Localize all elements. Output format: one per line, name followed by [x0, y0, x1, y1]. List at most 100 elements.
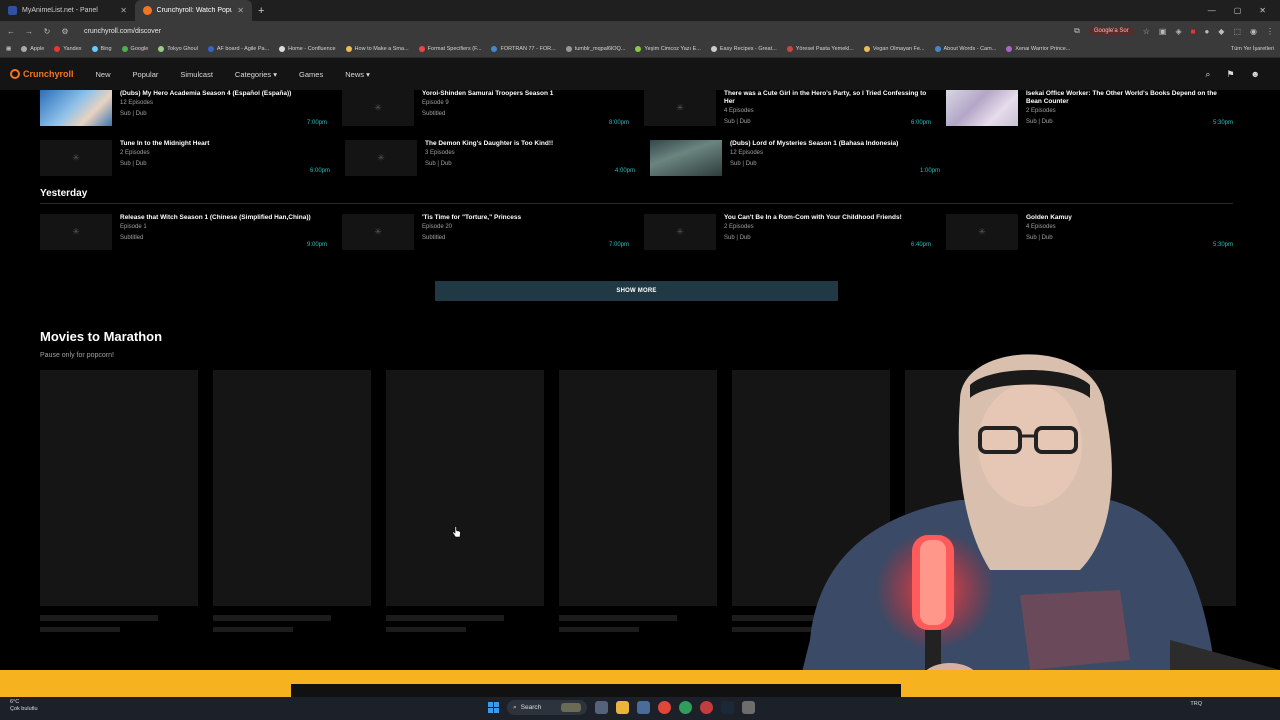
- app-icon[interactable]: [700, 701, 713, 714]
- nav-simulcast[interactable]: Simulcast: [180, 70, 213, 79]
- movie-card-placeholder[interactable]: [40, 370, 198, 632]
- windows-start-icon[interactable]: [488, 702, 499, 713]
- release-card[interactable]: (Dubs) Lord of Mysteries Season 1 (Bahas…: [650, 140, 940, 176]
- release-card[interactable]: ✳ 'Tis Time for "Torture," Princess Episod…: [342, 214, 629, 250]
- release-card[interactable]: ✳ Release that Witch Season 1 (Chinese (S…: [40, 214, 327, 250]
- release-card[interactable]: (Dubs) My Hero Academia Season 4 (Españo…: [40, 90, 327, 128]
- app-icon[interactable]: [742, 701, 755, 714]
- chrome-icon[interactable]: [658, 701, 671, 714]
- release-thumbnail[interactable]: ✳: [40, 214, 112, 250]
- movie-card-placeholder[interactable]: [386, 370, 544, 632]
- bookmark-star-icon[interactable]: ☆: [1143, 27, 1150, 36]
- bookmark-item[interactable]: About Words - Cam...: [934, 46, 996, 52]
- release-title[interactable]: Yoroi-Shinden Samurai Troopers Season 1: [422, 90, 629, 98]
- close-icon[interactable]: ✕: [237, 6, 244, 15]
- release-thumbnail[interactable]: ✳: [644, 214, 716, 250]
- extension-icon[interactable]: ●: [1204, 27, 1209, 36]
- url-field[interactable]: crunchyroll.com/discover: [84, 28, 161, 35]
- movie-card-placeholder[interactable]: [213, 370, 371, 632]
- extension-icon[interactable]: ▣: [1159, 27, 1167, 36]
- bookmark-item[interactable]: How to Make a Sma...: [345, 46, 409, 52]
- release-title[interactable]: Isekai Office Worker: The Other World's …: [1026, 90, 1233, 106]
- release-thumbnail[interactable]: [650, 140, 722, 176]
- taskbar-search[interactable]: ⌕ Search: [507, 700, 587, 715]
- watchlist-bookmark-icon[interactable]: ⚑: [1226, 69, 1234, 80]
- bookmark-item[interactable]: Yöresel Pasta Yemekl...: [786, 46, 854, 52]
- task-view-icon[interactable]: [595, 701, 608, 714]
- release-title[interactable]: The Demon King's Daughter is Too Kind!!: [425, 140, 635, 148]
- weather-widget[interactable]: 6°C Çok bulutlu: [10, 699, 38, 713]
- extension-icon[interactable]: ◈: [1175, 27, 1181, 36]
- release-title[interactable]: (Dubs) Lord of Mysteries Season 1 (Bahas…: [730, 140, 940, 148]
- google-search-chip[interactable]: Google'a Sor: [1088, 27, 1134, 35]
- bookmark-item[interactable]: AF board - Agile Pa...: [207, 46, 269, 52]
- menu-dots-icon[interactable]: ⋮: [1266, 27, 1274, 36]
- bookmark-item[interactable]: Easy Recipes - Great...: [710, 46, 777, 52]
- release-card[interactable]: ✳ The Demon King's Daughter is Too Kind!!…: [345, 140, 635, 176]
- file-explorer-icon[interactable]: [616, 701, 629, 714]
- profile-avatar[interactable]: ◉: [1250, 27, 1257, 36]
- movie-card-placeholder[interactable]: [559, 370, 717, 632]
- release-card[interactable]: ✳ Golden Kamuy 4 Episodes Sub | Dub 5:30pm: [946, 214, 1233, 250]
- app-icon[interactable]: [637, 701, 650, 714]
- bookmark-item[interactable]: Vegan Olmayan Fe...: [863, 46, 925, 52]
- bookmark-item[interactable]: tumblr_mqpal6lOQ...: [565, 46, 625, 52]
- release-title[interactable]: Release that Witch Season 1 (Chinese (Si…: [120, 214, 327, 222]
- release-title[interactable]: Tune In to the Midnight Heart: [120, 140, 330, 148]
- steam-icon[interactable]: [721, 701, 734, 714]
- release-thumbnail[interactable]: ✳: [946, 214, 1018, 250]
- show-more-button[interactable]: SHOW MORE: [435, 281, 838, 301]
- nav-games[interactable]: Games: [299, 70, 323, 79]
- release-card[interactable]: Isekai Office Worker: The Other World's …: [946, 90, 1233, 128]
- close-window-icon[interactable]: ✕: [1259, 6, 1266, 15]
- release-card[interactable]: ✳ There was a Cute Girl in the Hero's Par…: [644, 90, 931, 128]
- forward-icon[interactable]: →: [24, 27, 34, 36]
- bookmark-item[interactable]: Xenai Warrior Prince...: [1006, 46, 1070, 52]
- release-title[interactable]: (Dubs) My Hero Academia Season 4 (Españo…: [120, 90, 327, 98]
- close-icon[interactable]: ✕: [120, 6, 127, 15]
- extensions-puzzle-icon[interactable]: ⬚: [1233, 27, 1241, 36]
- release-thumbnail[interactable]: [946, 90, 1018, 126]
- nav-news[interactable]: News ▾: [345, 70, 370, 79]
- install-app-icon[interactable]: ⧉: [1074, 26, 1080, 36]
- release-thumbnail[interactable]: ✳: [342, 90, 414, 126]
- back-icon[interactable]: ←: [6, 27, 16, 36]
- release-card[interactable]: ✳ Tune In to the Midnight Heart 2 Episodes…: [40, 140, 330, 176]
- search-icon[interactable]: ⌕: [1205, 69, 1210, 80]
- bookmark-item[interactable]: Yeşim Cimcoz Yazı E...: [635, 46, 701, 52]
- maximize-icon[interactable]: ▢: [1234, 6, 1242, 15]
- crunchyroll-logo[interactable]: Crunchyroll: [10, 69, 74, 79]
- release-card[interactable]: ✳ Yoroi-Shinden Samurai Troopers Season 1…: [342, 90, 629, 128]
- system-tray[interactable]: TRQ: [1190, 701, 1202, 708]
- app-icon[interactable]: [679, 701, 692, 714]
- release-thumbnail[interactable]: ✳: [644, 90, 716, 126]
- extension-icon[interactable]: ■: [1191, 27, 1196, 36]
- release-thumbnail[interactable]: ✳: [342, 214, 414, 250]
- bookmark-item[interactable]: Bing: [91, 46, 112, 52]
- site-info-icon[interactable]: ⚙: [60, 27, 70, 36]
- all-bookmarks[interactable]: Tüm Yer İşaretleri: [1231, 46, 1274, 52]
- bookmark-item[interactable]: Yandex: [54, 46, 82, 52]
- reload-icon[interactable]: ↻: [42, 27, 52, 36]
- release-title[interactable]: You Can't Be In a Rom-Com with Your Chil…: [724, 214, 931, 222]
- bookmark-item[interactable]: Home - Confluence: [279, 46, 336, 52]
- minimize-icon[interactable]: —: [1208, 6, 1216, 15]
- new-tab-icon[interactable]: +: [258, 5, 264, 17]
- nav-new[interactable]: New: [96, 70, 111, 79]
- bookmark-item[interactable]: Format Specifiers (F...: [418, 46, 481, 52]
- bookmark-item[interactable]: Tokyo Ghoul: [158, 46, 198, 52]
- nav-popular[interactable]: Popular: [133, 70, 159, 79]
- release-thumbnail[interactable]: ✳: [345, 140, 417, 176]
- release-title[interactable]: 'Tis Time for "Torture," Princess: [422, 214, 629, 222]
- nav-categories[interactable]: Categories ▾: [235, 70, 277, 79]
- bookmark-item[interactable]: Apple: [21, 46, 44, 52]
- release-thumbnail[interactable]: ✳: [40, 140, 112, 176]
- release-title[interactable]: Golden Kamuy: [1026, 214, 1233, 222]
- release-card[interactable]: ✳ You Can't Be In a Rom-Com with Your Chi…: [644, 214, 931, 250]
- bookmark-item[interactable]: FORTRAN 77 - FOR...: [491, 46, 556, 52]
- profile-avatar[interactable]: ☻: [1251, 69, 1260, 80]
- release-thumbnail[interactable]: [40, 90, 112, 126]
- apps-grid-icon[interactable]: ▦: [6, 46, 11, 52]
- tab-myanimelist[interactable]: MyAnimeList.net - Panel ✕: [0, 0, 135, 21]
- release-title[interactable]: There was a Cute Girl in the Hero's Part…: [724, 90, 931, 106]
